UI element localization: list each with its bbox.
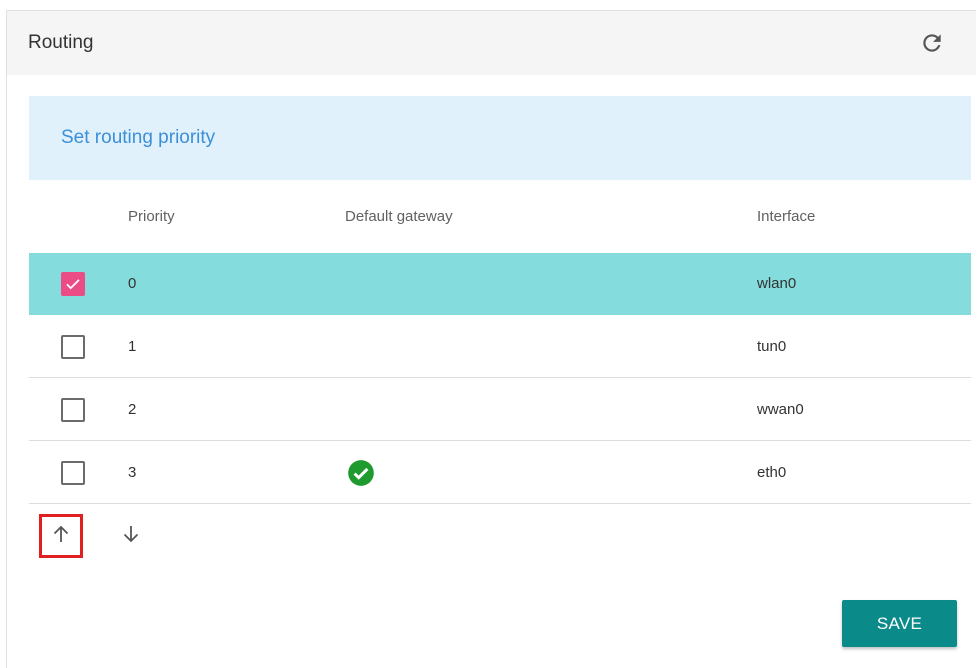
- banner-text: Set routing priority: [61, 127, 216, 148]
- interface-cell: eth0: [757, 464, 787, 481]
- default-gateway-check-icon: [347, 459, 375, 487]
- routing-card: Routing Set routing priority Priority De…: [6, 10, 976, 668]
- column-header-interface[interactable]: Interface: [757, 208, 815, 225]
- row-checkbox[interactable]: [61, 461, 85, 485]
- move-up-button[interactable]: [39, 514, 83, 558]
- interface-cell: wwan0: [757, 401, 804, 418]
- page-title: Routing: [28, 32, 94, 53]
- refresh-button[interactable]: [916, 29, 948, 61]
- table-row[interactable]: 0 wlan0: [29, 253, 971, 315]
- priority-cell: 3: [128, 464, 137, 481]
- check-icon: [66, 279, 80, 290]
- card-header: Routing: [7, 11, 976, 75]
- refresh-icon: [919, 30, 945, 61]
- table-row[interactable]: 3 eth0: [29, 442, 971, 504]
- priority-cell: 1: [128, 338, 137, 355]
- column-header-priority[interactable]: Priority: [128, 208, 175, 225]
- arrow-up-icon: [49, 522, 73, 551]
- save-button[interactable]: SAVE: [842, 600, 957, 647]
- row-checkbox[interactable]: [61, 398, 85, 422]
- row-checkbox[interactable]: [61, 335, 85, 359]
- priority-cell: 2: [128, 401, 137, 418]
- table-row[interactable]: 2 wwan0: [29, 379, 971, 441]
- table-row[interactable]: 1 tun0: [29, 316, 971, 378]
- arrow-down-icon: [119, 522, 143, 551]
- interface-cell: tun0: [757, 338, 787, 355]
- interface-cell: wlan0: [757, 275, 797, 292]
- info-banner: Set routing priority: [29, 96, 971, 180]
- row-checkbox[interactable]: [61, 272, 85, 296]
- priority-cell: 0: [128, 275, 137, 292]
- column-header-default-gateway[interactable]: Default gateway: [345, 208, 453, 225]
- move-down-button[interactable]: [109, 514, 153, 558]
